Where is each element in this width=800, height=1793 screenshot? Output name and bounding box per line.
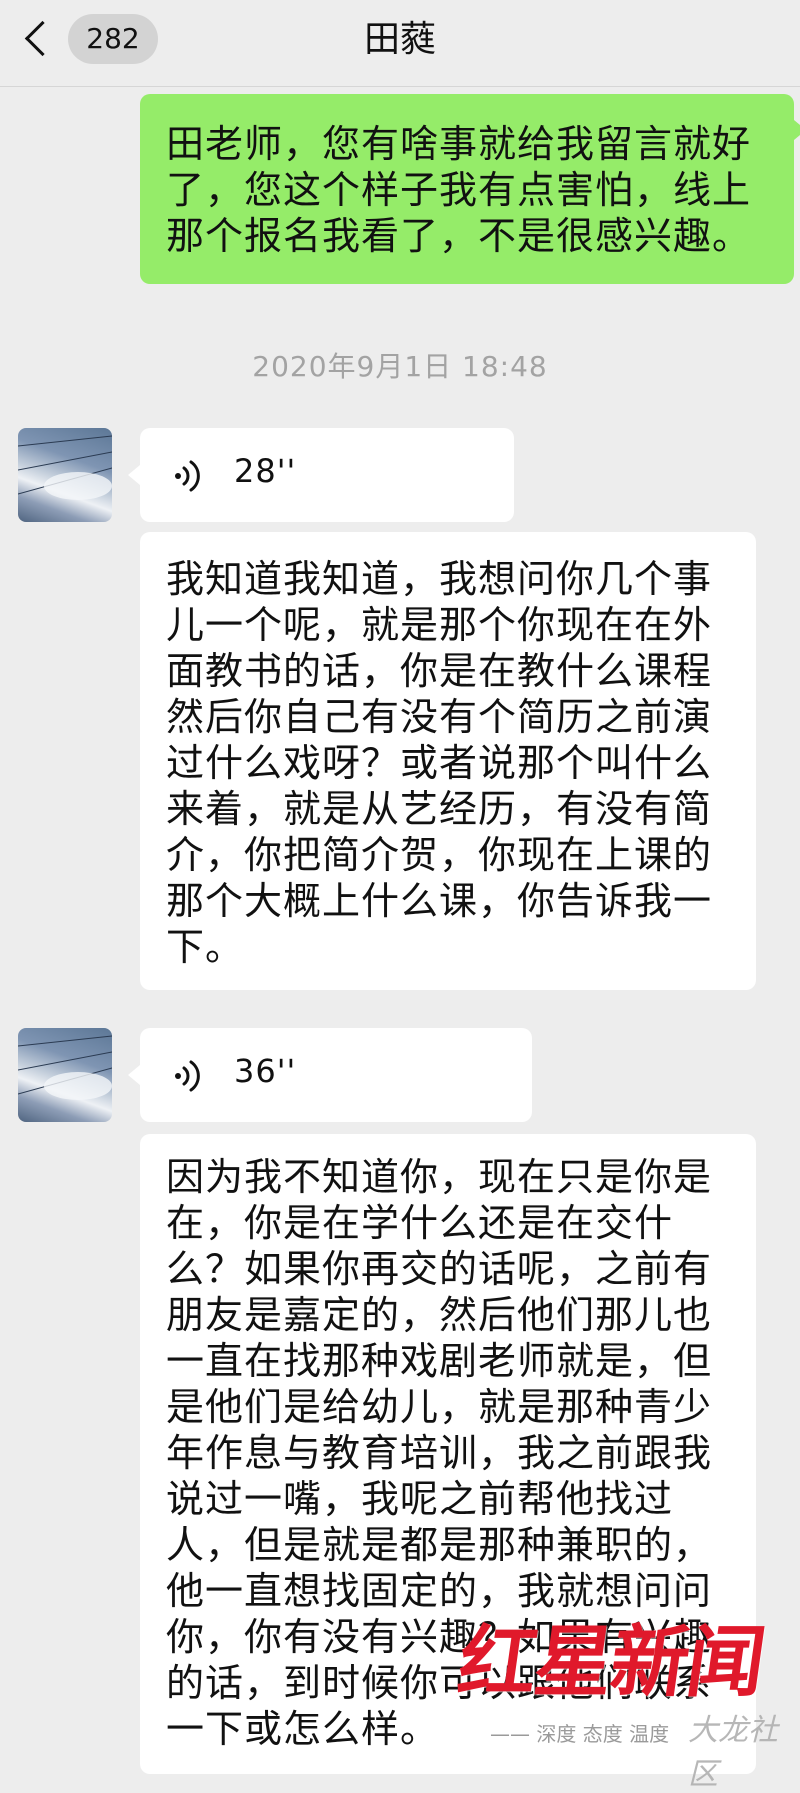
message-text: 田老师，您有啥事就给我留言就好 了，您这个样子我有点害怕，线上 那个报名我看了，…	[166, 122, 752, 258]
bubble-tail	[128, 465, 140, 485]
voice-wave-icon	[175, 460, 200, 492]
voice-message-bubble[interactable]: 28''	[140, 428, 514, 522]
contact-avatar[interactable]	[18, 428, 112, 522]
watermark-brand: 红星新闻	[452, 1617, 770, 1708]
contact-avatar[interactable]	[18, 1028, 112, 1122]
chat-title: 田蕤	[363, 19, 436, 60]
voice-duration: 36''	[234, 1052, 297, 1090]
outgoing-message-bubble[interactable]: 田老师，您有啥事就给我留言就好 了，您这个样子我有点害怕，线上 那个报名我看了，…	[140, 94, 794, 284]
bubble-tail	[794, 120, 800, 140]
incoming-message-bubble[interactable]: 我知道我知道，我想问你几个事 儿一个呢，就是那个你现在在外 面教书的话，你是在教…	[140, 532, 756, 990]
bubble-tail	[128, 1065, 140, 1085]
message-text: 我知道我知道，我想问你几个事 儿一个呢，就是那个你现在在外 面教书的话，你是在教…	[166, 557, 713, 969]
news-watermark: 红星新闻 —— 深度 态度 温度 大龙社区	[453, 1600, 790, 1792]
chat-header: 282 田蕤	[0, 0, 800, 87]
voice-duration: 28''	[234, 452, 297, 490]
voice-wave-icon	[175, 1060, 200, 1092]
voice-message-bubble[interactable]: 36''	[140, 1028, 532, 1122]
watermark-site: 大龙社区	[688, 1713, 778, 1792]
message-timestamp: 2020年9月1日 18:48	[252, 350, 548, 383]
watermark-tagline: —— 深度 态度 温度	[490, 1722, 670, 1746]
